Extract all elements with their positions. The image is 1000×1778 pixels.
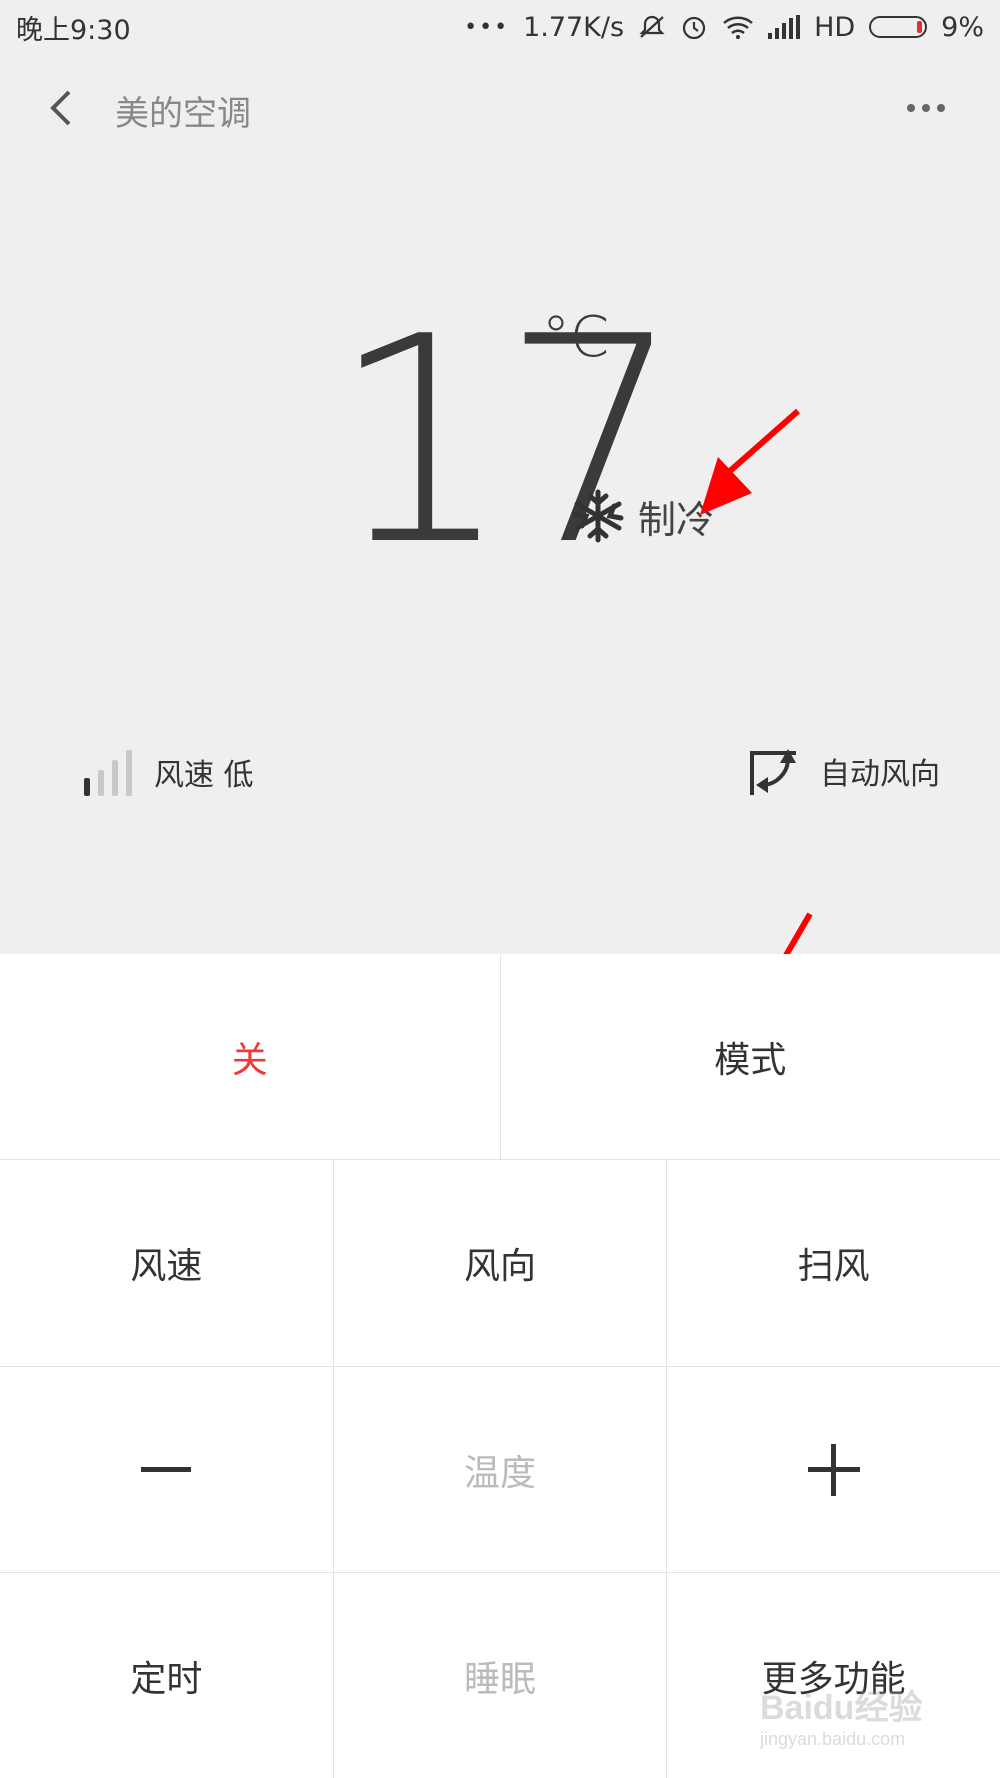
timer-button[interactable]: 定时 [0, 1573, 334, 1778]
fan-speed-status-label: 风速 低 [154, 758, 254, 793]
temperature-minus-button[interactable] [0, 1367, 334, 1572]
page-title: 美的空调 [115, 94, 251, 134]
minus-icon [141, 1466, 192, 1472]
battery-icon [869, 16, 928, 38]
cell-signal-icon [768, 15, 801, 39]
status-bar: 晚上9:30 ••• 1.77K/s HD 9% [0, 0, 1000, 54]
back-button[interactable] [38, 82, 82, 134]
alarm-icon [680, 13, 708, 41]
sleep-button[interactable]: 睡眠 [334, 1573, 668, 1778]
watermark-url: jingyan.baidu.com [760, 1729, 906, 1749]
control-row: 温度 [0, 1367, 1000, 1573]
wifi-icon [722, 14, 754, 40]
mode-button[interactable]: 模式 [501, 954, 1000, 1159]
power-off-button[interactable]: 关 [0, 954, 501, 1159]
status-time: 晚上9:30 [16, 14, 131, 46]
temperature-plus-button[interactable] [667, 1367, 1000, 1572]
wind-direction-button[interactable]: 风向 [334, 1160, 668, 1366]
signal-bars-icon [84, 750, 132, 796]
mute-bell-icon [638, 13, 666, 41]
wind-direction-status-label: 自动风向 [820, 757, 940, 792]
wind-direction-status: 自动风向 [748, 745, 940, 797]
fan-speed-button[interactable]: 风速 [0, 1160, 334, 1366]
plus-icon [807, 1443, 860, 1496]
swing-button[interactable]: 扫风 [667, 1160, 1000, 1366]
rotate-arrow-icon [750, 749, 796, 795]
control-panel: 关 模式 风速 风向 扫风 温度 定时 睡眠 更多功能 [0, 954, 1000, 1778]
control-row: 风速 风向 扫风 [0, 1160, 1000, 1367]
status-dots: ••• [464, 14, 510, 40]
temperature-label: 温度 [334, 1367, 668, 1572]
back-arrow-icon [50, 90, 71, 126]
more-dots-icon [907, 104, 945, 112]
app-header: 美的空调 [0, 60, 1000, 156]
network-type: HD [814, 11, 856, 43]
watermark-brand: Baidu经验 [760, 1689, 923, 1727]
fan-speed-status: 风速 低 [82, 748, 254, 796]
snowflake-icon [572, 489, 624, 543]
temperature-unit: °C [542, 305, 610, 370]
battery-percent: 9% [941, 11, 984, 43]
baidu-watermark: Baidu经验 jingyan.baidu.com [760, 1680, 960, 1760]
status-icons: ••• 1.77K/s HD 9% [464, 12, 984, 43]
more-menu-button[interactable] [900, 90, 952, 126]
annotation-arrow-mode-label [700, 408, 800, 515]
net-speed: 1.77K/s [523, 11, 625, 43]
control-row: 关 模式 [0, 954, 1000, 1160]
